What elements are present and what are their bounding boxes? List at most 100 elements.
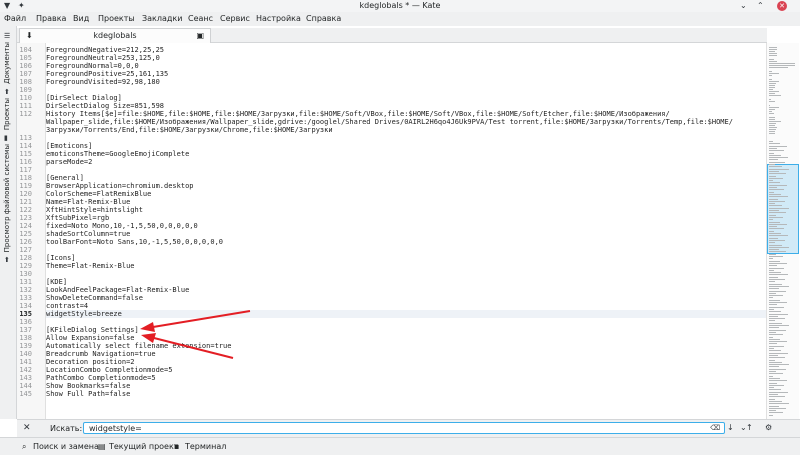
search-replace-tab[interactable]: Поиск и замена [33,442,99,451]
menu-settings[interactable]: Настройка [256,14,301,23]
minimap-line [769,394,778,395]
code-line[interactable]: BrowserApplication=chromium.desktop [46,182,766,190]
side-tab-projects[interactable]: Проекты [3,98,11,130]
title-bar: ▼ ✦ kdeglobals * — Kate ⌄ ⌃ ✕ [0,0,800,12]
code-line[interactable]: Allow Expansion=false [46,334,766,342]
code-line[interactable]: Name=Flat-Remix-Blue [46,198,766,206]
minimap-line [769,49,777,50]
minimap-line [769,341,787,343]
search-previous-icon[interactable]: ↑ [746,423,753,432]
minimap-line [769,193,781,195]
clear-search-icon[interactable]: ⌫ [710,424,720,432]
code-line[interactable]: [KFileDialog Settings] [46,326,766,334]
code-line[interactable]: LocationCombo Completionmode=5 [46,366,766,374]
code-line[interactable]: [KDE] [46,278,766,286]
search-input[interactable]: widgetstyle= ⌫ [83,422,725,434]
code-line[interactable]: shadeSortColumn=true [46,230,766,238]
code-line[interactable]: contrast=4 [46,302,766,310]
code-line[interactable]: [DirSelect Dialog] [46,94,766,102]
side-tab-documents[interactable]: Документы [3,42,11,84]
code-line[interactable]: ForegroundNormal=0,0,0 [46,62,766,70]
minimap-line [769,161,785,163]
minimap-line [769,272,781,274]
code-line[interactable] [46,246,766,254]
menu-projects[interactable]: Проекты [98,14,135,23]
code-line[interactable]: Decoration position=2 [46,358,766,366]
terminal-tab[interactable]: Терминал [185,442,226,451]
menu-bookmarks[interactable]: Закладки [142,14,182,23]
code-line[interactable]: [General] [46,174,766,182]
close-icon[interactable]: ✕ [777,1,787,11]
menu-file[interactable]: Файл [4,14,26,23]
minimap-line [769,313,788,315]
code-line[interactable]: History Items[$e]=file:$HOME,file:$HOME,… [46,110,766,118]
minimap-line [769,256,783,257]
code-line[interactable]: ForegroundNeutral=253,125,0 [46,54,766,62]
code-line[interactable]: XftSubPixel=rgb [46,214,766,222]
code-line[interactable]: ForegroundNegative=212,25,25 [46,46,766,54]
code-line[interactable] [46,134,766,142]
minimap-line [769,150,784,152]
minimap[interactable] [766,43,799,419]
minimap-line [769,230,774,232]
code-line[interactable]: XftHintStyle=hintslight [46,206,766,214]
side-tab-filesystem[interactable]: Просмотр файловой системы [3,144,11,252]
code-line[interactable]: parseMode=2 [46,158,766,166]
menu-tools[interactable]: Сервис [220,14,250,23]
code-line[interactable]: ForegroundPositive=25,161,135 [46,70,766,78]
menu-view[interactable]: Вид [73,14,89,23]
code-line[interactable]: toolBarFont=Noto Sans,10,-1,5,50,0,0,0,0… [46,238,766,246]
save-state-icon[interactable]: ▣ [196,31,204,40]
line-number: 138 [19,334,32,342]
code-line[interactable]: ShowDeleteCommand=false [46,294,766,302]
code-line[interactable] [46,270,766,278]
code-line[interactable]: ColorScheme=FlatRemixBlue [46,190,766,198]
line-number: 129 [19,262,32,270]
code-line[interactable]: widgetStyle=breeze [46,310,766,318]
current-project-tab[interactable]: Текущий проект [109,442,178,451]
line-number: 127 [19,246,32,254]
minimap-line [769,354,778,356]
minimap-line [769,350,781,352]
line-number: 137 [19,326,32,334]
code-line[interactable]: LookAndFeelPackage=Flat-Remix-Blue [46,286,766,294]
close-search-icon[interactable]: ✕ [23,423,31,433]
text-editor[interactable]: ForegroundNegative=212,25,25 ForegroundNe… [46,43,766,419]
line-number: 106 [19,62,32,70]
minimap-line [769,157,788,159]
search-next-icon[interactable]: ↓ [727,423,734,432]
minimize-icon[interactable]: ⌄ [740,1,747,10]
code-line[interactable]: fixed=Noto Mono,10,-1,5,50,0,0,0,0,0 [46,222,766,230]
code-line[interactable]: emoticonsTheme=GoogleEmojiComplete [46,150,766,158]
code-line[interactable]: Breadcrumb Navigation=true [46,350,766,358]
minimap-line [769,338,780,340]
minimap-line [769,352,788,354]
code-line[interactable]: Automatically select filename extension=… [46,342,766,350]
code-line[interactable]: Wallpaper_slide,file:$HOME/Изображения/W… [46,118,766,126]
minimap-line [769,359,775,361]
code-line[interactable] [46,86,766,94]
minimap-line [769,191,774,193]
search-options-icon[interactable]: ⚙ [765,423,772,432]
maximize-icon[interactable]: ⌃ [757,1,764,10]
menu-help[interactable]: Справка [306,14,341,23]
code-line[interactable]: DirSelectDialog Size=851,598 [46,102,766,110]
line-number: 140 [19,350,32,358]
code-line[interactable]: Загрузки/Torrents/End,file:$HOME/Загрузк… [46,126,766,134]
menu-session[interactable]: Сеанс [188,14,213,23]
line-number: 143 [19,374,32,382]
menu-edit[interactable]: Правка [36,14,66,23]
code-line[interactable]: [Icons] [46,254,766,262]
code-line[interactable]: Show Bookmarks=false [46,382,766,390]
code-line[interactable] [46,318,766,326]
tab-kdeglobals[interactable]: ⬇ kdeglobals ▣ [19,28,211,43]
code-line[interactable] [46,166,766,174]
code-line[interactable]: Theme=Flat-Remix-Blue [46,262,766,270]
code-line[interactable]: Show Full Path=false [46,390,766,398]
minimap-line [769,308,774,310]
code-line[interactable]: ForegroundVisited=92,98,180 [46,78,766,86]
code-line[interactable]: [Emoticons] [46,142,766,150]
code-line[interactable]: PathCombo Completionmode=5 [46,374,766,382]
line-number: 107 [19,70,32,78]
minimap-line [769,377,780,379]
